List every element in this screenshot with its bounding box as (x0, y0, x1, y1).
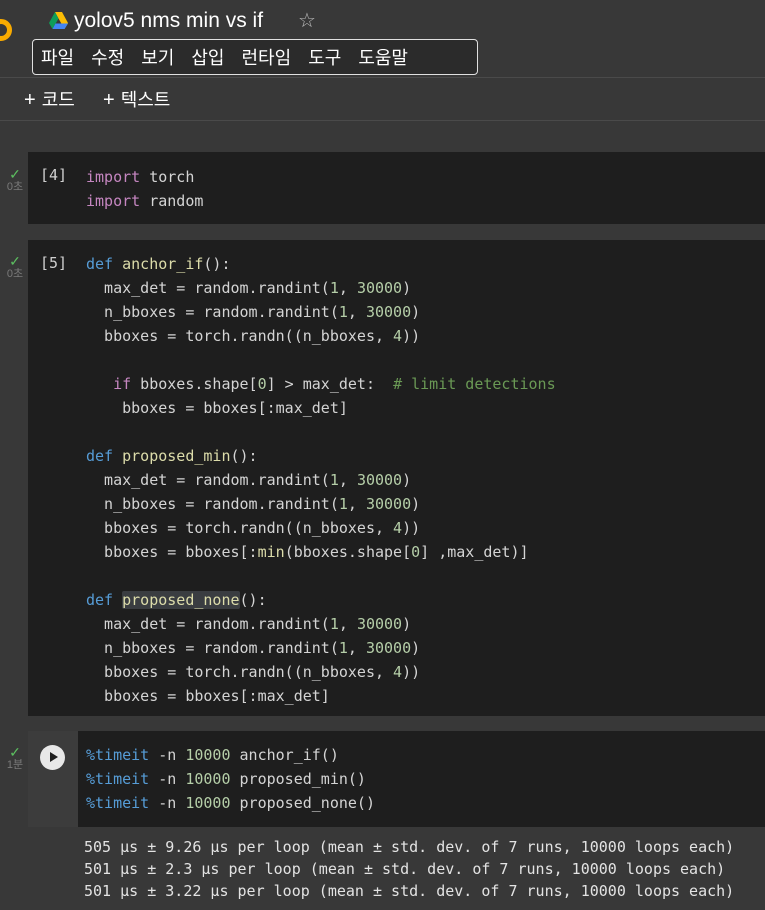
output-line: 501 µs ± 2.3 µs per loop (mean ± std. de… (84, 860, 726, 878)
code-cell[interactable]: %timeit -n 10000 anchor_if() %timeit -n … (28, 731, 765, 827)
exec-count: [5] (40, 254, 68, 272)
notebook-area: ✓ 0초 [4] import torch import random ✓ 0초… (0, 121, 765, 910)
exec-time: 0초 (6, 268, 24, 280)
output-line: 505 µs ± 9.26 µs per loop (mean ± std. d… (84, 838, 735, 856)
app-header: yolov5 nms min vs if ☆ 파일 수정 보기 삽입 런타임 도… (0, 0, 765, 77)
add-code-label: 코드 (41, 90, 75, 110)
colab-logo-icon[interactable] (0, 19, 12, 41)
menu-tools[interactable]: 도구 (308, 44, 341, 70)
plus-icon: + (103, 89, 115, 111)
cell-output: 505 µs ± 9.26 µs per loop (mean ± std. d… (28, 827, 765, 910)
code-editor[interactable]: %timeit -n 10000 anchor_if() %timeit -n … (86, 743, 375, 815)
check-icon: ✓ (9, 744, 21, 760)
play-icon[interactable] (40, 745, 65, 770)
add-text-button[interactable]: + 텍스트 (103, 86, 170, 112)
star-icon[interactable]: ☆ (298, 8, 316, 33)
notebook-toolbar: + 코드 + 텍스트 (0, 77, 765, 121)
menu-edit[interactable]: 수정 (91, 44, 124, 70)
menu-insert[interactable]: 삽입 (191, 44, 224, 70)
cell-status: ✓ 0초 (3, 167, 27, 193)
exec-time: 0초 (6, 181, 24, 193)
output-line: 501 µs ± 3.22 µs per loop (mean ± std. d… (84, 882, 735, 900)
google-drive-icon (49, 12, 68, 29)
exec-count: [4] (40, 166, 68, 184)
menu-bar: 파일 수정 보기 삽입 런타임 도구 도움말 (32, 39, 478, 75)
add-code-button[interactable]: + 코드 (24, 86, 75, 112)
add-text-label: 텍스트 (120, 90, 171, 110)
code-cell[interactable]: [4] import torch import random (28, 152, 765, 224)
run-area (28, 731, 78, 827)
check-icon: ✓ (9, 166, 21, 182)
cell-status: ✓ 1분 (3, 745, 27, 771)
notebook-title[interactable]: yolov5 nms min vs if (74, 9, 263, 33)
plus-icon: + (24, 89, 36, 111)
code-cell[interactable]: [5] def anchor_if(): max_det = random.ra… (28, 240, 765, 716)
check-icon: ✓ (9, 253, 21, 269)
menu-file[interactable]: 파일 (41, 44, 74, 70)
cell-status: ✓ 0초 (3, 254, 27, 280)
exec-time: 1분 (6, 759, 24, 771)
code-editor[interactable]: import torch import random (86, 165, 203, 213)
menu-runtime[interactable]: 런타임 (242, 44, 292, 70)
menu-view[interactable]: 보기 (141, 44, 174, 70)
code-editor[interactable]: def anchor_if(): max_det = random.randin… (86, 252, 556, 708)
menu-help[interactable]: 도움말 (358, 44, 408, 70)
output-text: 505 µs ± 9.26 µs per loop (mean ± std. d… (84, 836, 734, 902)
